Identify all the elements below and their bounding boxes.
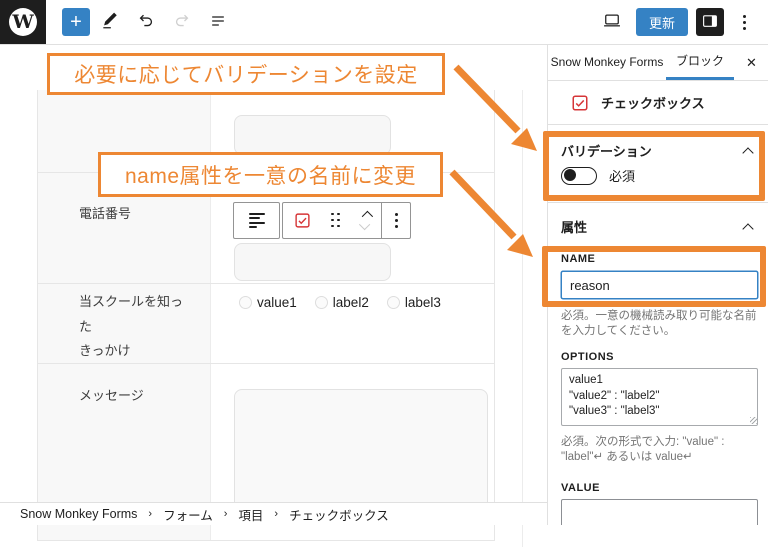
checkbox-option[interactable]: value1 bbox=[239, 295, 297, 310]
more-options-icon bbox=[742, 20, 746, 24]
attributes-panel-title: 属性 bbox=[561, 220, 588, 235]
block-card: チェックボックス bbox=[548, 81, 768, 125]
required-toggle-row: 必須 bbox=[561, 166, 635, 185]
annotation-callout-validation: 必要に応じてバリデーションを設定 bbox=[47, 53, 445, 95]
checkbox-option[interactable]: label3 bbox=[386, 295, 441, 310]
tab-block[interactable]: ブロック bbox=[666, 45, 734, 80]
breadcrumb-item[interactable]: 項目 bbox=[238, 505, 263, 524]
message-textarea-preview[interactable] bbox=[234, 389, 488, 516]
block-type-button[interactable] bbox=[285, 203, 319, 239]
redo-button[interactable] bbox=[166, 6, 198, 38]
align-lines-icon bbox=[248, 212, 265, 229]
undo-icon bbox=[136, 11, 156, 34]
block-toolbar-group-main bbox=[282, 202, 411, 239]
breadcrumb-separator: › bbox=[223, 508, 228, 520]
drag-dots-icon bbox=[331, 212, 341, 229]
breadcrumb: Snow Monkey Forms › フォーム › 項目 › チェックボックス bbox=[0, 502, 547, 525]
add-block-button[interactable]: + bbox=[62, 8, 90, 36]
breadcrumb-item[interactable]: Snow Monkey Forms bbox=[20, 507, 137, 521]
options-field-label: OPTIONS bbox=[561, 351, 615, 363]
chevron-up-icon bbox=[742, 222, 754, 235]
wordpress-icon: W bbox=[9, 8, 37, 36]
name-field-label: NAME bbox=[561, 253, 596, 265]
settings-sidebar-toggle-button[interactable] bbox=[696, 8, 724, 36]
update-button[interactable]: 更新 bbox=[635, 8, 688, 36]
name-help-text: 必須。一意の機械読み取り可能な名前を入力してください。 bbox=[561, 310, 757, 338]
checkbox-options-preview: value1 label2 label3 bbox=[239, 295, 441, 310]
checkbox-option-label: label3 bbox=[404, 295, 441, 310]
block-toolbar bbox=[233, 202, 411, 239]
checkbox-circle-icon[interactable] bbox=[386, 296, 400, 309]
block-card-title: チェックボックス bbox=[601, 96, 705, 111]
canvas-edge-divider bbox=[522, 90, 523, 547]
validation-panel-title: バリデーション bbox=[561, 144, 652, 159]
list-view-button[interactable] bbox=[202, 6, 234, 38]
value-input[interactable] bbox=[561, 499, 758, 525]
attributes-panel-header[interactable]: 属性 bbox=[561, 217, 756, 236]
checkbox-circle-icon[interactable] bbox=[239, 296, 252, 309]
checkbox-block-icon bbox=[571, 94, 589, 112]
resize-grip-icon[interactable] bbox=[750, 417, 757, 424]
topbar-right-group: 更新 bbox=[592, 6, 768, 38]
text-input-preview[interactable] bbox=[234, 115, 391, 155]
value-field-label: VALUE bbox=[561, 482, 600, 494]
wordpress-menu-button[interactable]: W bbox=[0, 0, 46, 44]
editor-topbar: W + 更新 bbox=[0, 0, 768, 45]
required-toggle[interactable] bbox=[561, 166, 597, 185]
close-sidebar-button[interactable]: ✕ bbox=[734, 45, 768, 80]
checkbox-option-label: label2 bbox=[332, 295, 369, 310]
form-row-input-cell: value1 label2 label3 bbox=[211, 284, 494, 363]
phone-input-preview[interactable] bbox=[234, 243, 391, 281]
breadcrumb-separator: › bbox=[148, 508, 153, 520]
preview-button[interactable] bbox=[596, 6, 628, 38]
editor-canvas: 電話番号 当スクールを知った きっかけ value1 label2 label3… bbox=[0, 45, 547, 547]
toolbar-divider bbox=[381, 202, 382, 239]
block-toolbar-group-parent bbox=[233, 202, 280, 239]
validation-panel-header[interactable]: バリデーション bbox=[561, 141, 756, 160]
breadcrumb-separator: › bbox=[274, 508, 279, 520]
name-input[interactable] bbox=[561, 271, 758, 299]
tab-snow-monkey-forms[interactable]: Snow Monkey Forms bbox=[548, 45, 666, 80]
form-row-school: 当スクールを知った きっかけ value1 label2 label3 bbox=[38, 283, 494, 363]
block-options-button[interactable] bbox=[384, 203, 408, 239]
checkbox-option[interactable]: label2 bbox=[314, 295, 369, 310]
options-help-text: 必須。次の形式で入力: "value" : "label"↵ あるいは valu… bbox=[561, 436, 725, 464]
redo-icon bbox=[172, 11, 192, 34]
chevron-up-icon bbox=[742, 146, 754, 159]
parent-block-button[interactable] bbox=[240, 203, 274, 239]
annotation-callout-name: name属性を一意の名前に変更 bbox=[98, 152, 443, 197]
sidebar-tabbar: Snow Monkey Forms ブロック ✕ bbox=[548, 45, 768, 81]
drag-handle[interactable] bbox=[319, 203, 353, 239]
undo-button[interactable] bbox=[130, 6, 162, 38]
checkbox-circle-icon[interactable] bbox=[314, 296, 328, 309]
panel-divider bbox=[548, 202, 768, 203]
school-label-line2: きっかけ bbox=[79, 343, 131, 359]
plus-icon: + bbox=[70, 11, 82, 33]
block-mover bbox=[353, 210, 379, 231]
breadcrumb-item[interactable]: フォーム bbox=[163, 505, 213, 524]
required-toggle-label: 必須 bbox=[609, 169, 636, 184]
pencil-icon bbox=[100, 11, 120, 34]
laptop-icon bbox=[601, 11, 623, 34]
settings-sidebar: Snow Monkey Forms ブロック ✕ チェックボックス バリデーショ… bbox=[547, 45, 768, 525]
school-label: 当スクールを知った きっかけ bbox=[38, 284, 211, 363]
edit-mode-button[interactable] bbox=[94, 6, 126, 38]
breadcrumb-item[interactable]: チェックボックス bbox=[289, 505, 389, 524]
toggle-knob bbox=[564, 169, 576, 181]
sidebar-panel-icon bbox=[701, 12, 719, 33]
school-label-line1: 当スクールを知った bbox=[79, 294, 184, 334]
more-options-icon bbox=[394, 219, 398, 222]
close-icon: ✕ bbox=[746, 54, 757, 70]
options-menu-button[interactable] bbox=[732, 8, 756, 36]
checkbox-block-icon bbox=[294, 212, 311, 229]
list-view-icon bbox=[208, 11, 228, 34]
checkbox-option-label: value1 bbox=[257, 295, 297, 310]
options-textarea[interactable]: value1 "value2" : "label2" "value3" : "l… bbox=[561, 368, 758, 426]
